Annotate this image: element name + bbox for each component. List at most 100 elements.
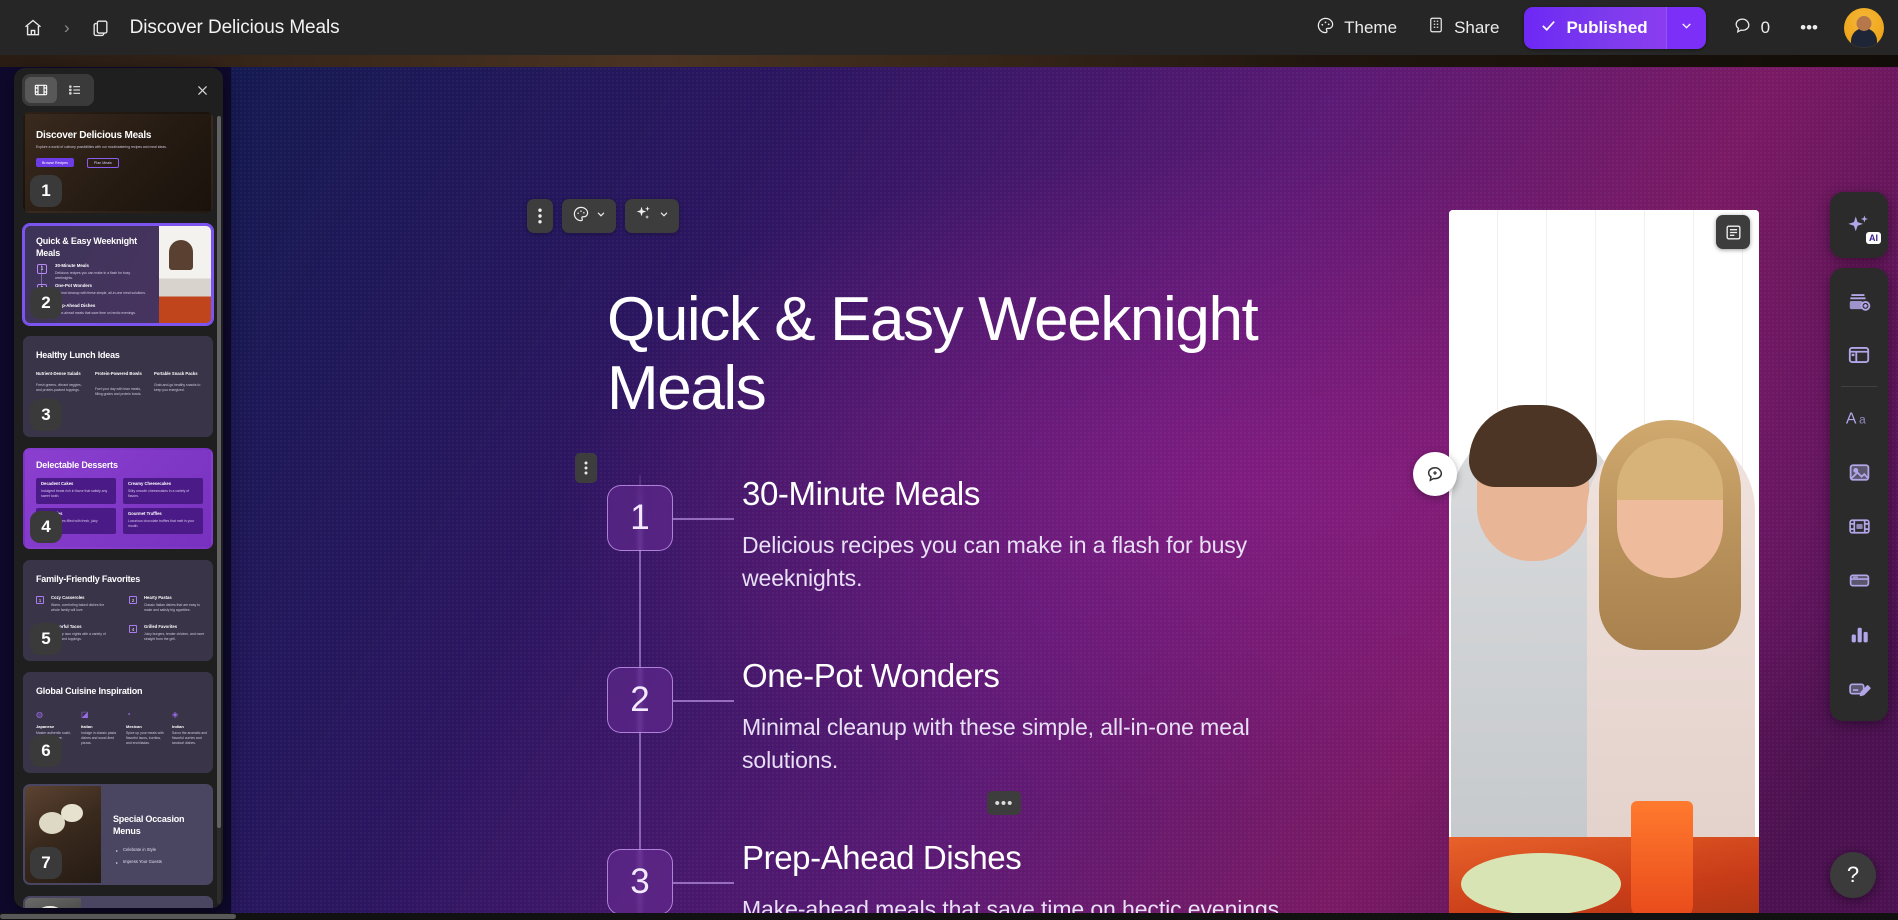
avatar[interactable] (1844, 7, 1884, 48)
share-button[interactable]: Share (1414, 8, 1512, 47)
chevron-down-icon (1679, 18, 1694, 38)
breadcrumb: › Discover Delicious Meals (0, 11, 340, 45)
comment-add-icon[interactable] (1413, 452, 1457, 496)
theme-label: Theme (1344, 17, 1398, 37)
filmstrip-view-icon[interactable] (25, 77, 57, 103)
comments-button[interactable]: 0 (1720, 8, 1783, 48)
slide-thumbnail[interactable]: Discover Delicious Meals Explore a world… (23, 112, 213, 213)
ai-assistant-button[interactable]: AI (1830, 198, 1888, 252)
svg-text:a: a (1859, 413, 1866, 427)
thumb-item-head: Impress Your Guests (123, 859, 162, 864)
close-icon[interactable] (189, 77, 215, 103)
curry-icon: ◈ (172, 710, 179, 719)
block-drag-handle[interactable] (527, 199, 553, 233)
slide-thumbnail[interactable]: Healthy Lunch Ideas Nutrient-Dense Salad… (23, 336, 213, 437)
sushi-icon: ◍ (36, 710, 43, 719)
thumb-item-sub: Spice up your meals with flavorful tacos… (126, 731, 164, 745)
thumb-item-sub: Fresh greens, vibrant veggies, and prote… (36, 383, 82, 392)
view-mode-switch (22, 74, 94, 106)
block-toolbar (527, 199, 679, 233)
timeline-item-body[interactable]: Minimal cleanup with these simple, all-i… (742, 711, 1302, 778)
thumb-item-head: Portable Snack Packs (154, 371, 198, 376)
thumb-item-sub: Classic Italian dishes that are easy to … (144, 603, 200, 612)
list-view-icon[interactable] (59, 77, 91, 103)
timeline-item-body[interactable]: Delicious recipes you can make in a flas… (742, 529, 1302, 596)
timeline-block: 1 30-Minute Meals Delicious recipes you … (575, 453, 1407, 920)
palette-icon (572, 205, 590, 228)
thumb-item-head: Italian (81, 724, 93, 729)
thumb-item-head: Creamy Cheesecakes (128, 481, 172, 486)
thumb-number: 1 (30, 175, 62, 207)
panel-scrollbar-thumb[interactable] (217, 116, 221, 828)
home-icon[interactable] (16, 11, 50, 45)
thumb-item-sub: Indulge in classic pasta dishes and wood… (81, 731, 117, 745)
chart-bar-icon[interactable] (1830, 607, 1888, 661)
slide-thumbnail-list[interactable]: Discover Delicious Meals Explore a world… (14, 112, 223, 908)
share-building-icon (1427, 16, 1445, 39)
slide-thumbnail[interactable]: Special Occasion Menus ▸ Celebrate in St… (23, 784, 213, 885)
thumb-number: 4 (30, 511, 62, 543)
block-palette-button[interactable] (562, 199, 616, 233)
timeline-drag-handle[interactable] (575, 453, 597, 483)
slide-thumbnail[interactable]: Cooking Tips & Techniques 1 Knife Skills… (23, 896, 213, 908)
thumb-item-head: Grilled Favorites (144, 624, 178, 629)
plate (1461, 853, 1621, 915)
timeline-connector (673, 518, 734, 520)
slide-thumbnail[interactable]: Family-Friendly Favorites 1 Cozy Cassero… (23, 560, 213, 661)
svg-text:A: A (1846, 411, 1857, 428)
thumb-number: 5 (30, 623, 62, 655)
timeline-item-heading[interactable]: 30-Minute Meals (742, 475, 1402, 513)
horizontal-scrollbar[interactable] (0, 913, 1898, 920)
horizontal-scrollbar-thumb[interactable] (0, 914, 236, 919)
slide-heading[interactable]: Quick & Easy Weeknight Meals (607, 285, 1327, 424)
draw-edit-icon[interactable] (1830, 661, 1888, 715)
thumb-image-person (169, 240, 193, 270)
active-slide[interactable]: Quick & Easy Weeknight Meals 1 30-Minute… (231, 67, 1898, 920)
thumb-item-head: Decadent Cakes (41, 481, 74, 486)
timeline-item[interactable]: 3 Prep-Ahead Dishes Make-ahead meals tha… (607, 839, 1407, 920)
add-card-icon[interactable] (1830, 274, 1888, 328)
thumb-item-head: Hearty Pastas (144, 595, 172, 600)
thumb-item-head: Mexican (126, 724, 142, 729)
block-ai-button[interactable] (625, 199, 679, 233)
thumb-item-sub: Delicious recipes you can make in a flas… (55, 271, 131, 280)
timeline-item-heading[interactable]: Prep-Ahead Dishes (742, 839, 1402, 877)
text-aa-icon[interactable]: A a (1830, 391, 1888, 445)
timeline-item[interactable]: 1 30-Minute Meals Delicious recipes you … (607, 475, 1407, 657)
layout-icon[interactable] (1830, 328, 1888, 382)
embed-icon[interactable] (1830, 553, 1888, 607)
theme-button[interactable]: Theme (1303, 8, 1410, 48)
published-button[interactable]: Published (1524, 6, 1666, 49)
timeline-item-text: One-Pot Wonders Minimal cleanup with the… (742, 657, 1402, 778)
thumb-item-sub: Minimal cleanup with these simple, all-i… (55, 291, 146, 295)
ai-badge: AI (1866, 232, 1881, 244)
help-button[interactable]: ? (1830, 852, 1876, 898)
thumb-title: Healthy Lunch Ideas (36, 350, 120, 360)
thumb-item-sub: Silky smooth cheesecakes in a variety of… (128, 489, 190, 498)
thumb-item-sub: Indulgent treats rich in flavor that sat… (41, 489, 108, 498)
document-copy-icon[interactable] (84, 11, 118, 45)
comment-icon (1733, 16, 1752, 40)
canvas-top-strip (0, 55, 1898, 67)
thumb-item-sub: Make-ahead meals that save time on hecti… (55, 311, 136, 315)
thumb-item-sub: Warm, comforting baked dishes the whole … (51, 603, 105, 612)
published-dropdown-toggle[interactable] (1665, 6, 1706, 49)
pasta-icon: ◪ (81, 710, 89, 719)
timeline-number-badge: 2 (607, 667, 673, 733)
slide-thumbnail[interactable]: Quick & Easy Weeknight Meals 1 30-Minute… (23, 224, 213, 325)
breadcrumb-separator: › (64, 17, 70, 37)
slide-thumbnail[interactable]: Delectable Desserts Decadent Cakes Indul… (23, 448, 213, 549)
image-caption-icon[interactable] (1716, 215, 1750, 249)
image-icon[interactable] (1830, 445, 1888, 499)
drag-dots-icon (584, 461, 588, 475)
slide-panel-header (14, 68, 223, 112)
published-label: Published (1566, 17, 1648, 37)
timeline-item-heading[interactable]: One-Pot Wonders (742, 657, 1402, 695)
more-options-button[interactable]: ••• (1787, 10, 1831, 46)
video-icon[interactable] (1830, 499, 1888, 553)
thumb-badge: 4 (129, 625, 137, 633)
timeline-number-badge: 3 (607, 849, 673, 915)
insert-divider-button[interactable]: ••• (987, 791, 1021, 815)
slide-thumbnail[interactable]: Global Cuisine Inspiration ◍ Japanese Ma… (23, 672, 213, 773)
slide-image-block[interactable] (1413, 210, 1759, 920)
